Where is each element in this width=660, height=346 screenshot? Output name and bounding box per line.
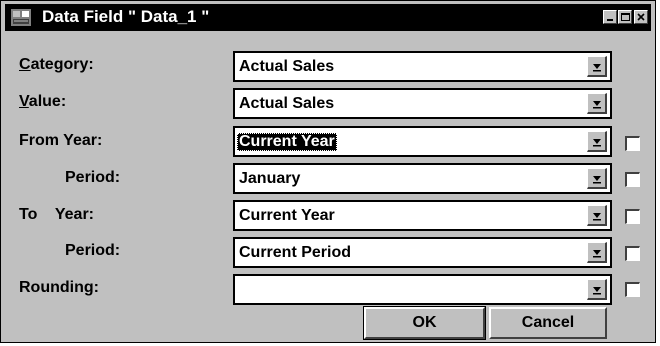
from-period-checkbox[interactable] [625,172,640,187]
chevron-down-icon [593,213,601,221]
rounding-checkbox[interactable] [625,282,640,297]
from-period-dropdown-button[interactable] [587,168,607,189]
to-period-select[interactable]: Current Period [233,237,612,268]
chevron-down-icon [593,139,601,147]
from-year-dropdown-button[interactable] [587,131,607,152]
minimize-icon [607,19,613,21]
from-year-value: Current Year [237,133,337,151]
value-value: Actual Sales [239,95,335,112]
window-title: Data Field " Data_1 " [42,7,210,26]
data-field-dialog: Data Field " Data_1 " Category: Actual S… [0,0,656,343]
cancel-button[interactable]: Cancel [489,307,607,339]
to-period-dropdown-button[interactable] [587,242,607,263]
rounding-dropdown-button[interactable] [587,279,607,300]
category-dropdown-button[interactable] [587,56,607,77]
to-year-select[interactable]: Current Year [233,200,612,231]
category-select[interactable]: Actual Sales [233,51,612,82]
from-period-select[interactable]: January [233,163,612,194]
close-icon [637,13,645,21]
from-year-checkbox[interactable] [625,136,640,151]
ok-button[interactable]: OK [363,306,486,340]
value-accelerator: V [19,93,29,110]
minimize-button[interactable] [603,10,617,24]
chevron-down-icon [593,64,601,72]
chevron-down-icon [593,250,601,258]
value-label: Value: [19,93,66,111]
rounding-label: Rounding: [19,279,99,296]
to-year-dropdown-button[interactable] [587,205,607,226]
to-period-checkbox[interactable] [625,246,640,261]
to-year-checkbox[interactable] [625,209,640,224]
from-period-label: Period: [65,169,121,186]
rounding-select[interactable] [233,274,612,305]
chevron-down-icon [593,101,601,109]
category-value: Actual Sales [239,58,335,75]
from-year-label: From Year: [19,132,103,149]
value-select[interactable]: Actual Sales [233,88,612,119]
maximize-button[interactable] [618,10,632,24]
chevron-down-icon [593,176,601,184]
to-period-value: Current Period [239,244,352,261]
category-accelerator: C [19,56,31,73]
value-dropdown-button[interactable] [587,93,607,114]
from-period-value: January [239,170,301,187]
chevron-down-icon [593,287,601,295]
category-label: Category: [19,56,94,74]
value-label-text: alue: [28,93,67,110]
from-year-select[interactable]: Current Year [233,126,612,157]
data-field-icon [11,9,31,26]
to-year-value: Current Year [239,207,335,224]
to-period-label: Period: [65,242,121,259]
category-label-text: ategory: [30,56,94,73]
close-button[interactable] [634,10,648,24]
to-year-label: To Year: [19,206,94,223]
maximize-icon [621,13,630,21]
title-bar[interactable]: Data Field " Data_1 " [5,4,651,31]
